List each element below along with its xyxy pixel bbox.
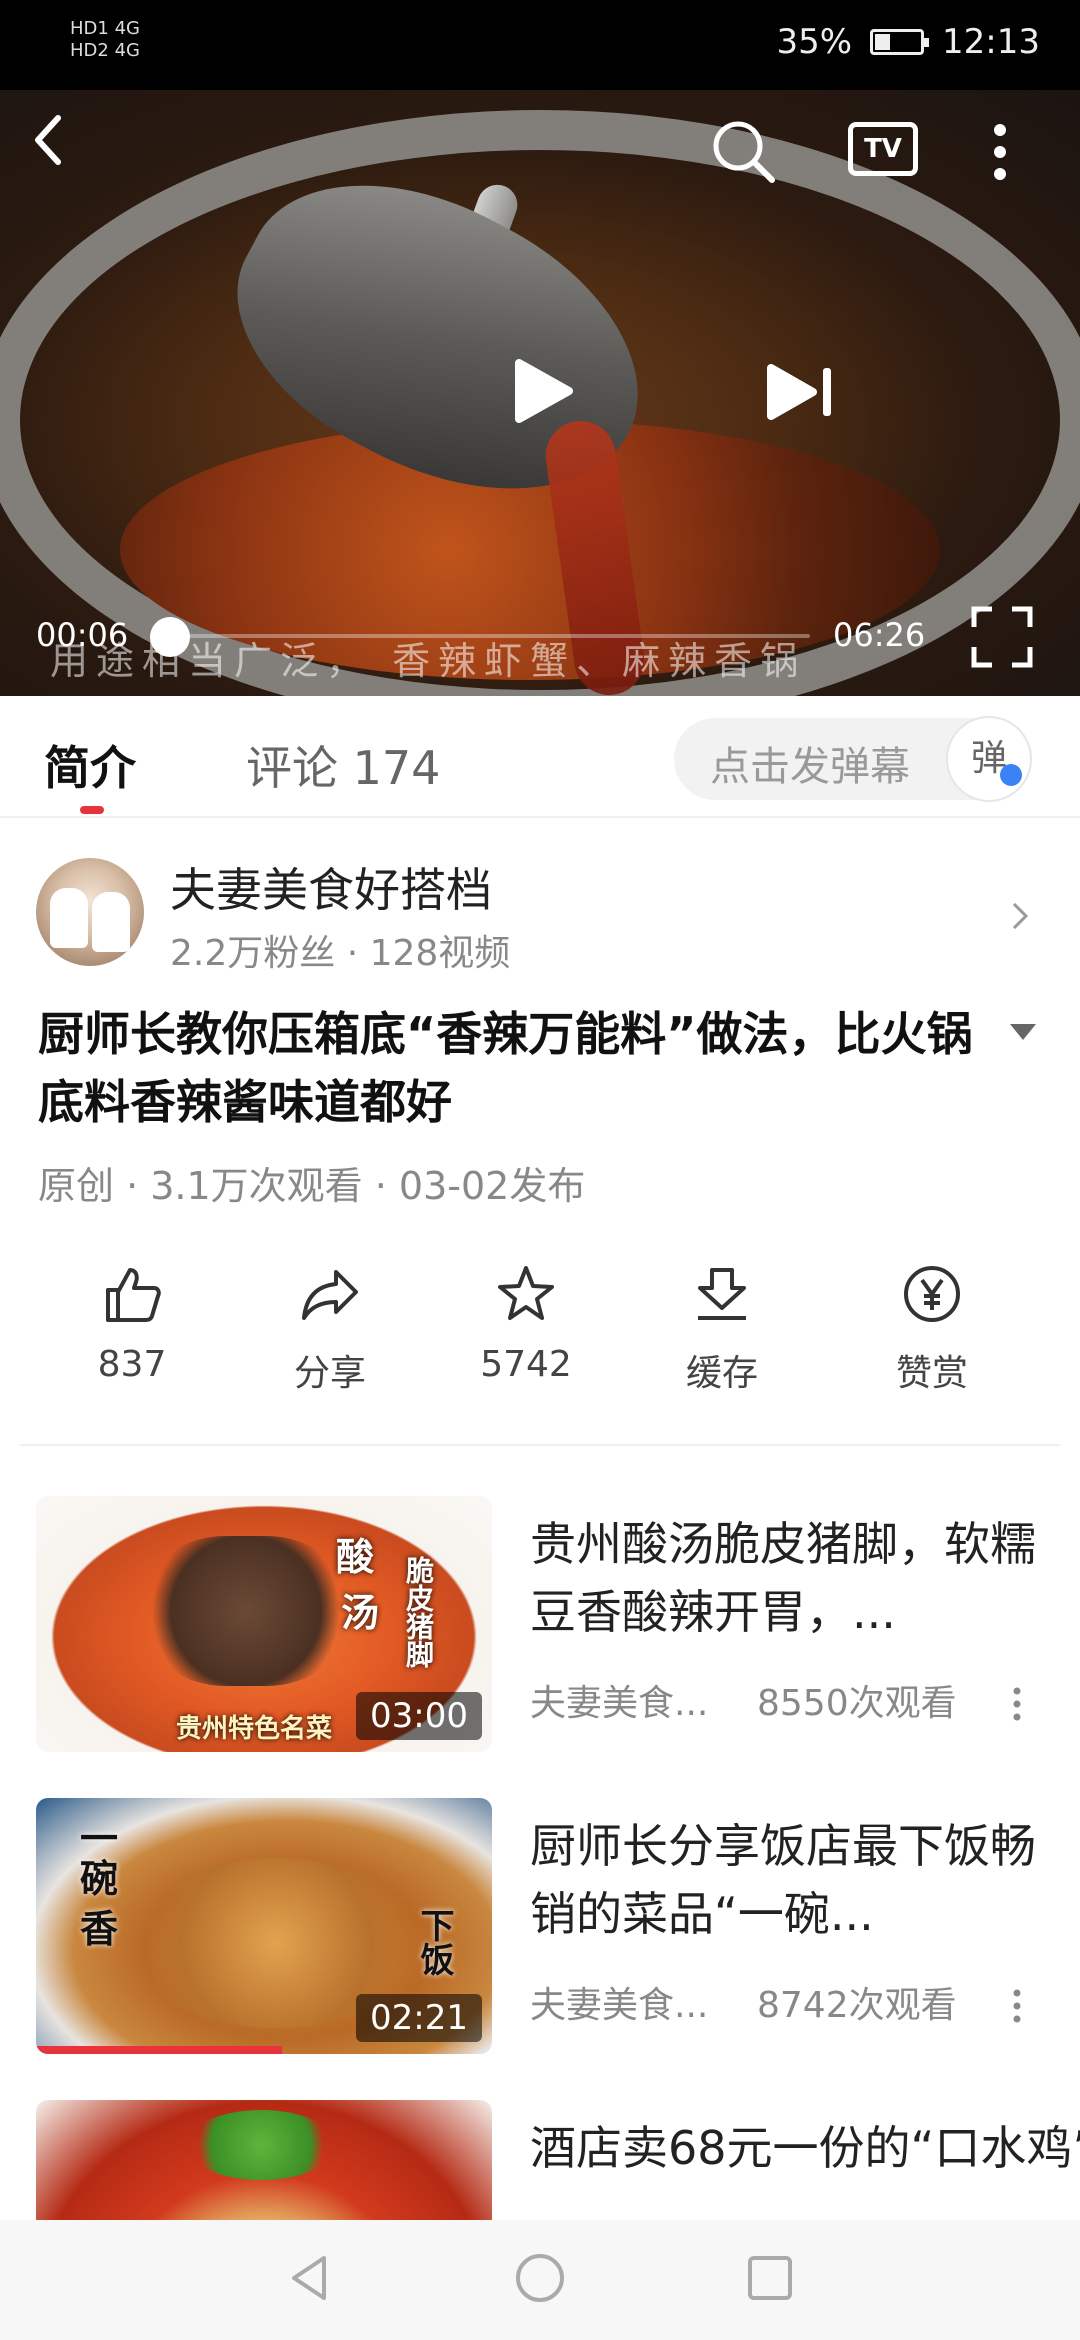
author-name[interactable]: 夫妻美食好搭档 [170,854,492,920]
favorite-button[interactable]: 5742 [446,1262,606,1385]
recommendation-author: 夫妻美食... [530,1683,709,1724]
download-button[interactable]: 缓存 [642,1262,802,1396]
yen-coin-icon [904,1266,960,1322]
play-icon[interactable] [505,355,577,427]
tab-comments[interactable]: 评论 174 [246,732,440,798]
author-row[interactable]: 夫妻美食好搭档 2.2万粉丝 · 128视频 [0,840,1080,974]
tab-indicator [80,806,104,814]
divider [20,1444,1060,1446]
tv-icon[interactable]: TV [848,122,918,176]
video-thumbnail[interactable]: 酸 汤 脆皮猪脚 贵州特色名菜 03:00 [36,1496,492,1752]
nav-back-icon[interactable] [280,2248,340,2308]
battery-icon [870,29,930,55]
progress-bar[interactable] [160,634,810,638]
like-button[interactable]: 837 [52,1262,212,1385]
clock: 12:13 [942,22,1040,62]
system-nav-bar [0,2220,1080,2340]
video-thumbnail[interactable]: 一 碗 香 下饭 02:21 [36,1798,492,2054]
chevron-right-icon[interactable] [1010,900,1030,932]
duration-badge: 03:00 [356,1692,482,1740]
current-time: 00:06 [36,616,129,654]
check-badge-icon [1000,764,1022,786]
video-meta: 原创 · 3.1万次观看 · 03-02发布 [38,1164,586,1208]
watched-progress [36,2046,283,2054]
recommendation-views: 8742次观看 [757,1985,957,2026]
recommendation-title[interactable]: 贵州酸汤脆皮猪脚，软糯豆香酸辣开胃，... [530,1510,1040,1646]
battery-percent: 35% [776,22,853,62]
status-bar: HD1 4G HD2 4G 35% 12:13 [0,0,1080,90]
share-icon [302,1270,358,1320]
tab-intro[interactable]: 简介 [44,732,136,798]
total-time: 06:26 [833,616,926,654]
expand-caret-icon[interactable] [1008,1022,1038,1042]
author-meta: 2.2万粉丝 · 128视频 [170,933,511,974]
share-button[interactable]: 分享 [250,1262,410,1396]
avatar[interactable] [36,858,144,966]
star-icon [498,1266,554,1320]
action-bar: 837 分享 5742 缓存 赞赏 [0,1262,1080,1422]
nav-home-icon[interactable] [510,2248,570,2308]
video-title: 厨师长教你压箱底“香辣万能料”做法，比火锅底料香辣酱味道都好 [38,1007,973,1129]
recommendation-item[interactable]: 一 碗 香 下饭 02:21 厨师长分享饭店最下饭畅销的菜品“一碗... 夫妻美… [0,1798,1080,2054]
thumbs-up-icon [106,1268,161,1322]
danmu-toggle-button[interactable]: 弹 [948,718,1030,800]
recommendation-title[interactable]: 厨师长分享饭店最下饭畅销的菜品“一碗... [530,1812,1040,1948]
danmu-input[interactable]: 点击发弹幕 弹 [674,718,1030,800]
search-icon[interactable] [710,118,776,184]
status-right: 35% 12:13 [776,22,1040,62]
recommendation-views: 8550次观看 [757,1683,957,1724]
recommendation-item[interactable]: 酸 汤 脆皮猪脚 贵州特色名菜 03:00 贵州酸汤脆皮猪脚，软糯豆香酸辣开胃，… [0,1496,1080,1752]
danmu-placeholder: 点击发弹幕 [710,744,910,790]
fullscreen-icon[interactable] [970,605,1034,669]
download-icon [698,1268,746,1320]
recommendation-title[interactable]: 酒店卖68元一份的“口水鸡”，咋好吃，关 [530,2114,1080,2182]
network-indicator: HD1 4G HD2 4G [70,18,140,61]
more-vertical-icon[interactable] [1012,1988,1022,2024]
reward-button[interactable]: 赞赏 [852,1262,1012,1396]
recommendation-item[interactable]: 酒店卖68元一份的“口水鸡”，咋好吃，关 [0,2100,1080,2220]
recommendation-author: 夫妻美食... [530,1985,709,2026]
duration-badge: 02:21 [356,1994,482,2042]
back-icon[interactable] [28,110,68,170]
more-vertical-icon[interactable] [1012,1686,1022,1722]
nav-recents-icon[interactable] [740,2248,800,2308]
next-icon[interactable] [765,362,839,422]
video-thumbnail[interactable] [36,2100,492,2220]
more-icon[interactable] [988,120,1012,184]
